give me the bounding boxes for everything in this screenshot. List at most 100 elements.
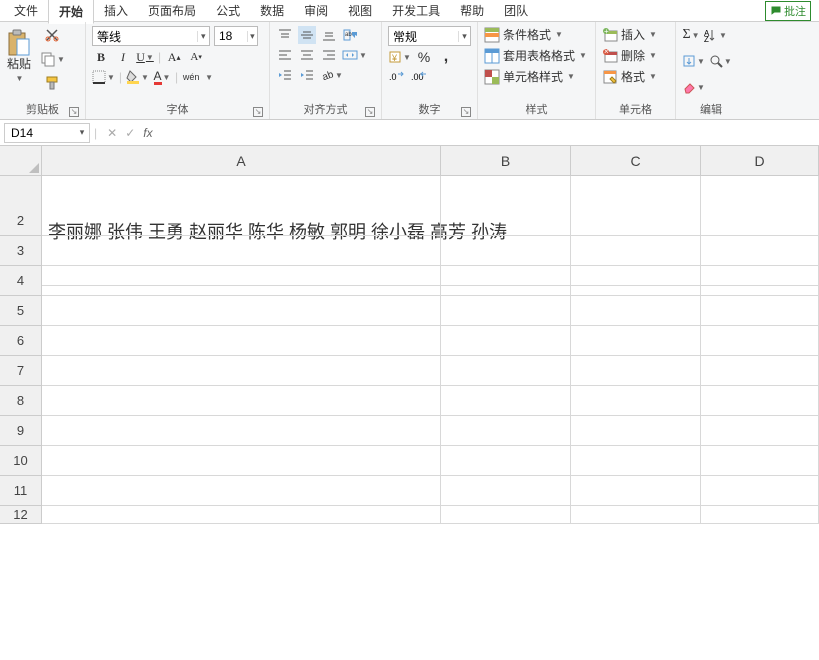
row-header-4[interactable]: 4 (0, 266, 42, 296)
font-size-input[interactable] (215, 29, 247, 43)
number-format-dropdown[interactable]: ▾ (458, 31, 470, 42)
formula-input[interactable] (163, 123, 815, 143)
comment-button[interactable]: 批注 (765, 1, 811, 21)
enter-formula-button[interactable]: ✓ (125, 126, 135, 140)
number-launcher[interactable]: ↘ (461, 107, 471, 117)
cell-b2[interactable] (441, 206, 571, 236)
decrease-decimal-button[interactable]: .00 (410, 68, 428, 86)
tab-team[interactable]: 团队 (494, 0, 538, 22)
row-header-2[interactable]: 2 (0, 206, 42, 236)
tab-file[interactable]: 文件 (4, 0, 48, 22)
row-header-11[interactable]: 11 (0, 476, 42, 506)
increase-font-button[interactable]: A▴ (165, 48, 183, 66)
cell-d4[interactable] (701, 266, 819, 296)
cell-a2[interactable] (42, 206, 441, 236)
decrease-indent-button[interactable] (276, 66, 294, 84)
cell-c11[interactable] (571, 476, 701, 506)
cell-c4[interactable] (571, 266, 701, 296)
tab-view[interactable]: 视图 (338, 0, 382, 22)
row-header-12[interactable]: 12 (0, 506, 42, 524)
select-all-corner[interactable] (0, 146, 42, 176)
cell-d8[interactable] (701, 386, 819, 416)
align-center-button[interactable] (298, 46, 316, 64)
tab-home[interactable]: 开始 (48, 0, 94, 24)
cell-b8[interactable] (441, 386, 571, 416)
cell-a12[interactable] (42, 506, 441, 524)
table-format-button[interactable]: 套用表格格式▼ (484, 47, 589, 64)
cell-d9[interactable] (701, 416, 819, 446)
cell-d3[interactable] (701, 236, 819, 266)
accounting-format-button[interactable]: ¥▼ (388, 48, 411, 66)
cell-c7[interactable] (571, 356, 701, 386)
tab-formulas[interactable]: 公式 (206, 0, 250, 22)
conditional-format-button[interactable]: 条件格式▼ (484, 26, 589, 43)
percent-button[interactable]: % (415, 48, 433, 66)
cell-d7[interactable] (701, 356, 819, 386)
copy-button[interactable]: ▼ (40, 50, 65, 68)
cell-b11[interactable] (441, 476, 571, 506)
name-box[interactable]: ▾ (4, 123, 90, 143)
row-header-10[interactable]: 10 (0, 446, 42, 476)
italic-button[interactable]: I (114, 48, 132, 66)
underline-button[interactable]: U▼ (136, 48, 154, 66)
cell-a3[interactable] (42, 236, 441, 266)
name-box-dropdown[interactable]: ▾ (75, 127, 89, 138)
col-header-b[interactable]: B (441, 146, 571, 176)
find-select-button[interactable]: ▼ (709, 52, 732, 70)
cell-a6[interactable] (42, 326, 441, 356)
cell-a4[interactable] (42, 266, 441, 296)
cut-button[interactable] (43, 26, 61, 44)
cell-a10[interactable] (42, 446, 441, 476)
cell-c6[interactable] (571, 326, 701, 356)
align-bottom-button[interactable] (320, 26, 338, 44)
clipboard-launcher[interactable]: ↘ (69, 107, 79, 117)
tab-review[interactable]: 审阅 (294, 0, 338, 22)
number-format-input[interactable] (389, 29, 458, 43)
cell-b6[interactable] (441, 326, 571, 356)
font-name-combo[interactable]: ▾ (92, 26, 210, 46)
cell-a7[interactable] (42, 356, 441, 386)
decrease-font-button[interactable]: A▾ (187, 48, 205, 66)
cell-b12[interactable] (441, 506, 571, 524)
cell-b4[interactable] (441, 266, 571, 296)
name-box-input[interactable] (5, 126, 75, 140)
col-header-a[interactable]: A (42, 146, 441, 176)
cell-d6[interactable] (701, 326, 819, 356)
cell-a5[interactable] (42, 296, 441, 326)
merge-cells-button[interactable]: ▼ (342, 46, 367, 64)
wrap-text-button[interactable]: ab (342, 26, 360, 44)
format-painter-button[interactable] (43, 74, 61, 92)
border-button[interactable]: ▼ (92, 68, 115, 86)
tab-help[interactable]: 帮助 (450, 0, 494, 22)
cell-a11[interactable] (42, 476, 441, 506)
cell-b3[interactable] (441, 236, 571, 266)
alignment-launcher[interactable]: ↘ (365, 107, 375, 117)
fill-button[interactable]: ▼ (682, 52, 705, 70)
align-top-button[interactable] (276, 26, 294, 44)
cell-b9[interactable] (441, 416, 571, 446)
fill-color-button[interactable]: ▼ (126, 68, 149, 86)
font-launcher[interactable]: ↘ (253, 107, 263, 117)
cell-c2[interactable] (571, 206, 701, 236)
clear-button[interactable]: ▼ (682, 78, 705, 96)
increase-indent-button[interactable] (298, 66, 316, 84)
cell-d12[interactable] (701, 506, 819, 524)
fx-button[interactable]: fx (143, 126, 152, 140)
cell-c9[interactable] (571, 416, 701, 446)
font-size-dropdown[interactable]: ▾ (247, 31, 257, 42)
paste-dropdown[interactable]: ▼ (16, 74, 24, 83)
cell-c3[interactable] (571, 236, 701, 266)
sort-filter-button[interactable]: AZ▼ (704, 26, 727, 44)
cell-d11[interactable] (701, 476, 819, 506)
cell-b5[interactable] (441, 296, 571, 326)
cell-styles-button[interactable]: 单元格样式▼ (484, 68, 589, 85)
cell-a8[interactable] (42, 386, 441, 416)
cancel-formula-button[interactable]: ✕ (107, 126, 117, 140)
row-header-8[interactable]: 8 (0, 386, 42, 416)
orientation-button[interactable]: ab▼ (320, 66, 343, 84)
insert-cells-button[interactable]: + 插入▼ (602, 26, 669, 43)
comma-button[interactable]: , (437, 48, 455, 66)
align-right-button[interactable] (320, 46, 338, 64)
cell-d2[interactable] (701, 206, 819, 236)
tab-developer[interactable]: 开发工具 (382, 0, 450, 22)
